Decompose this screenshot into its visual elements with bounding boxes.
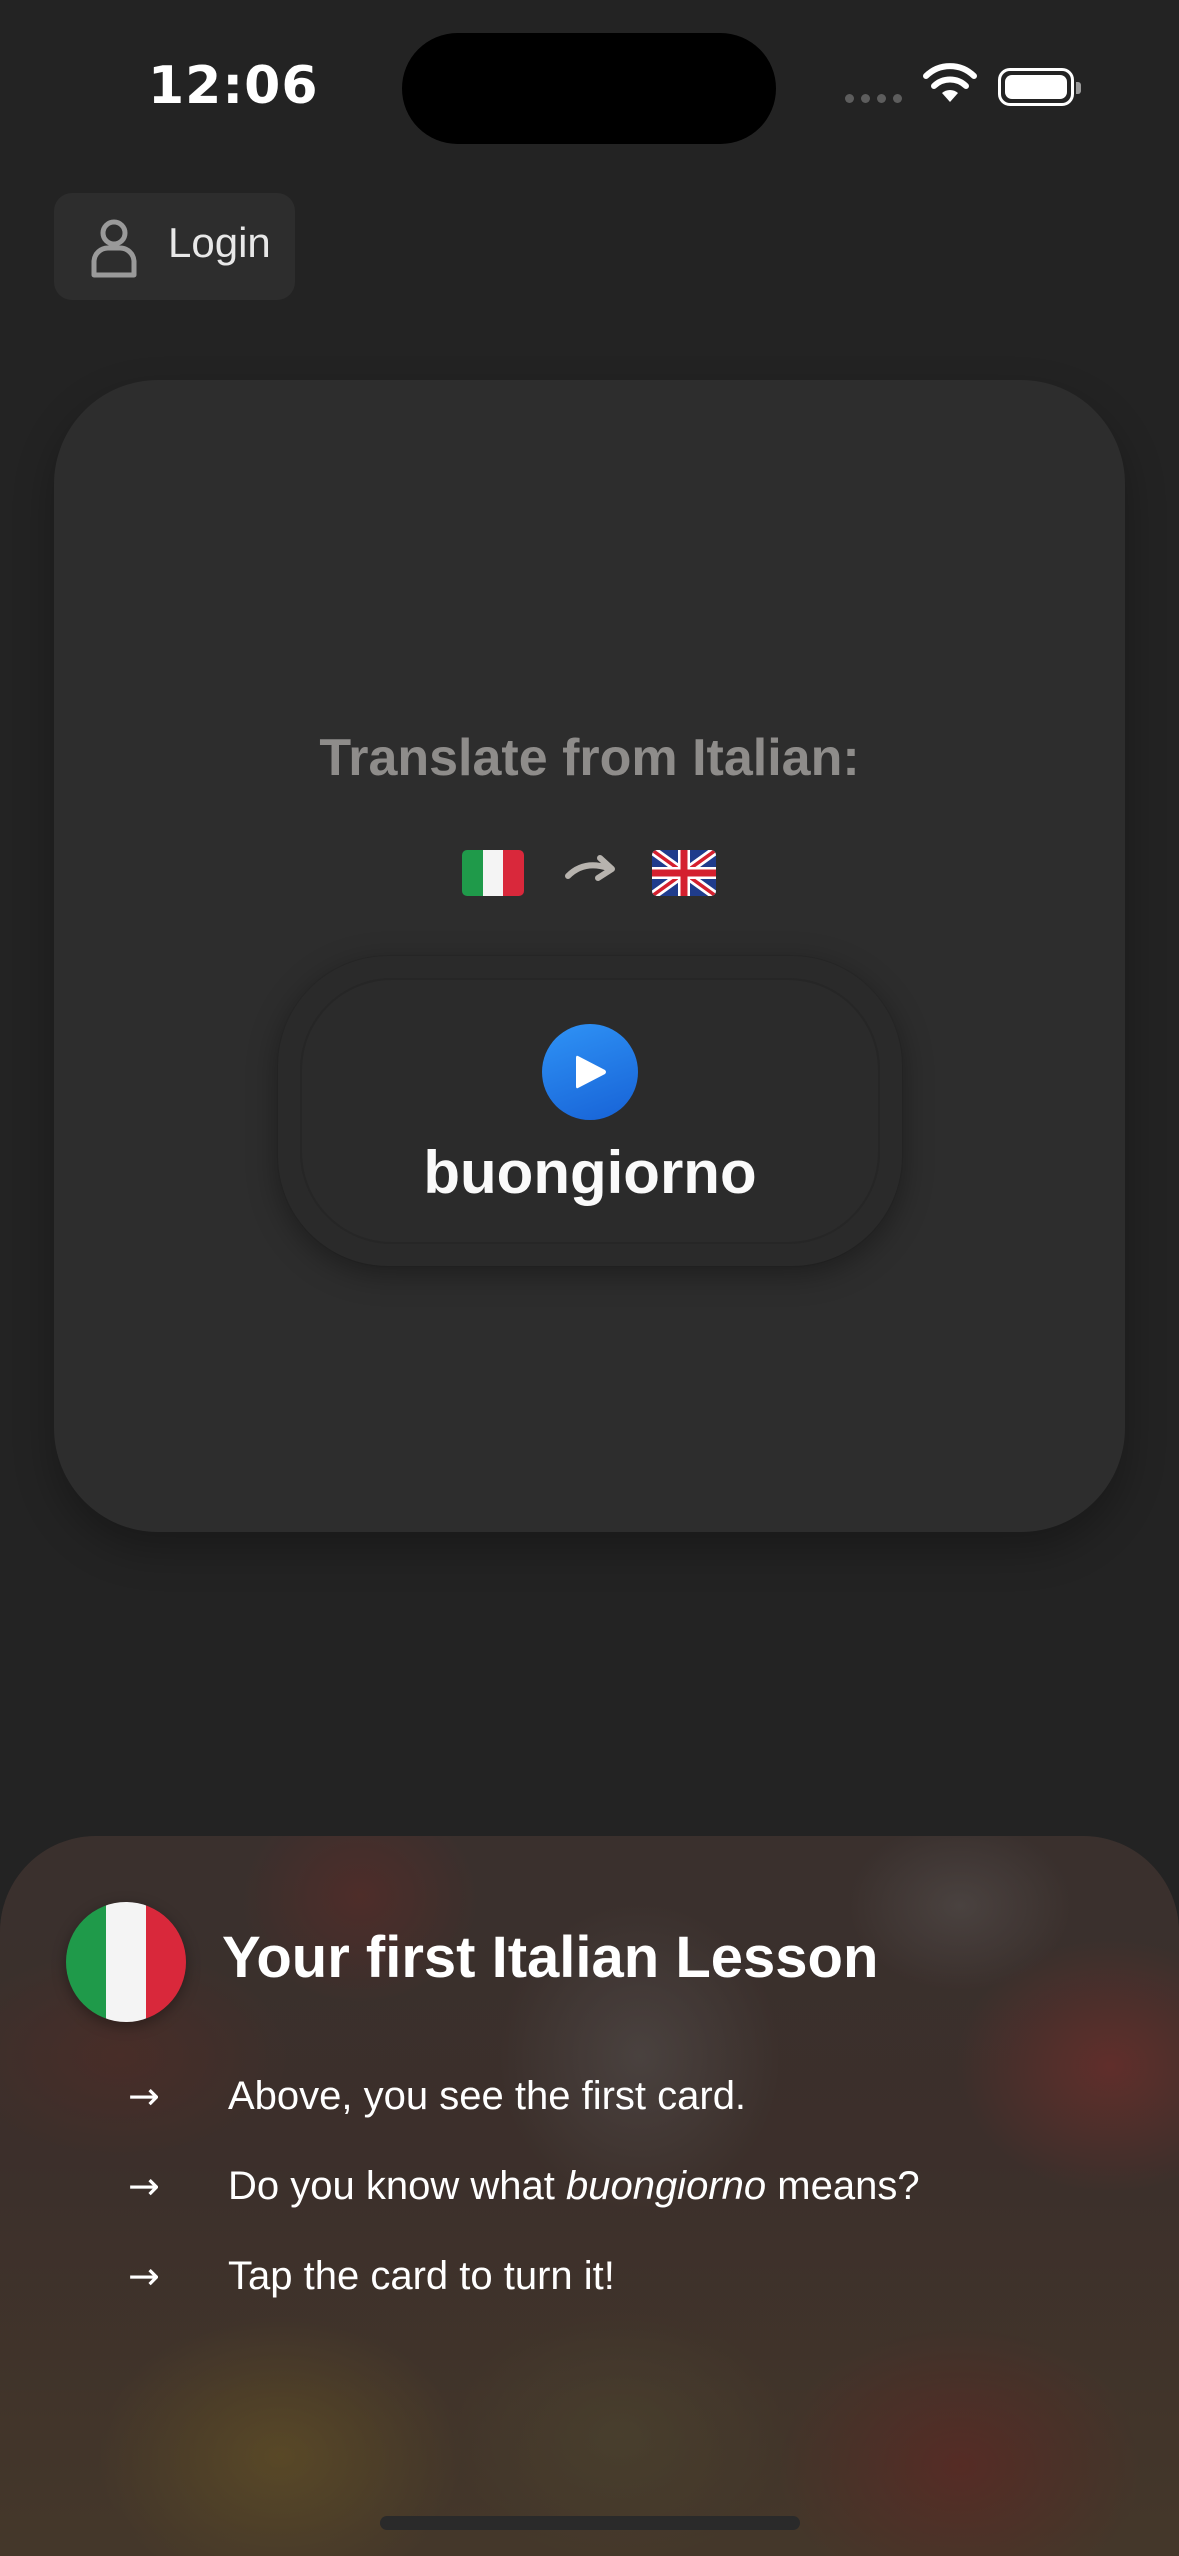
translate-prompt: Translate from Italian: xyxy=(319,729,860,787)
bullet-text-prefix: Do you know what xyxy=(228,2164,566,2208)
uk-flag-icon xyxy=(652,850,716,896)
italian-word: buongiorno xyxy=(423,1139,757,1206)
user-icon xyxy=(91,219,137,278)
login-label: Login xyxy=(168,219,271,266)
lesson-bullet: → Do you know what buongiorno means? xyxy=(0,2158,1179,2218)
lesson-title: Your first Italian Lesson xyxy=(222,1925,879,1990)
curved-arrow-icon xyxy=(565,855,615,881)
bullet-text-suffix: means? xyxy=(766,2164,920,2208)
bullet-text: Do you know what buongiorno means? xyxy=(228,2164,920,2209)
cellular-signal-icon xyxy=(845,94,902,103)
bullet-text: Above, you see the first card. xyxy=(228,2074,747,2118)
language-direction xyxy=(54,850,1125,910)
bullet-text: Tap the card to turn it! xyxy=(228,2254,615,2298)
word-card[interactable]: buongiorno xyxy=(300,978,880,1244)
arrow-right-icon: → xyxy=(128,2164,160,2208)
home-indicator[interactable] xyxy=(380,2516,800,2530)
italy-flag-icon xyxy=(462,850,524,896)
flashcard[interactable]: Translate from Italian: buongiorno xyxy=(54,380,1125,1532)
arrow-right-icon: → xyxy=(128,2074,160,2118)
bullet-text-emphasis: buongiorno xyxy=(565,2164,767,2208)
play-audio-button[interactable] xyxy=(542,1024,638,1120)
lesson-bullet: → Tap the card to turn it! xyxy=(0,2248,1179,2308)
play-icon xyxy=(576,1055,606,1089)
wifi-icon xyxy=(923,63,977,102)
dynamic-island xyxy=(402,33,776,144)
login-button[interactable]: Login xyxy=(54,193,295,300)
battery-icon xyxy=(998,68,1081,106)
app-screen: 12:06 Login Translate from Italian: buon… xyxy=(0,0,1179,2556)
lesson-sheet: Your first Italian Lesson → Above, you s… xyxy=(0,1836,1179,2556)
status-time: 12:06 xyxy=(148,56,319,116)
arrow-right-icon: → xyxy=(128,2254,160,2298)
italy-flag-icon xyxy=(66,1902,186,2022)
lesson-bullet: → Above, you see the first card. xyxy=(0,2068,1179,2128)
